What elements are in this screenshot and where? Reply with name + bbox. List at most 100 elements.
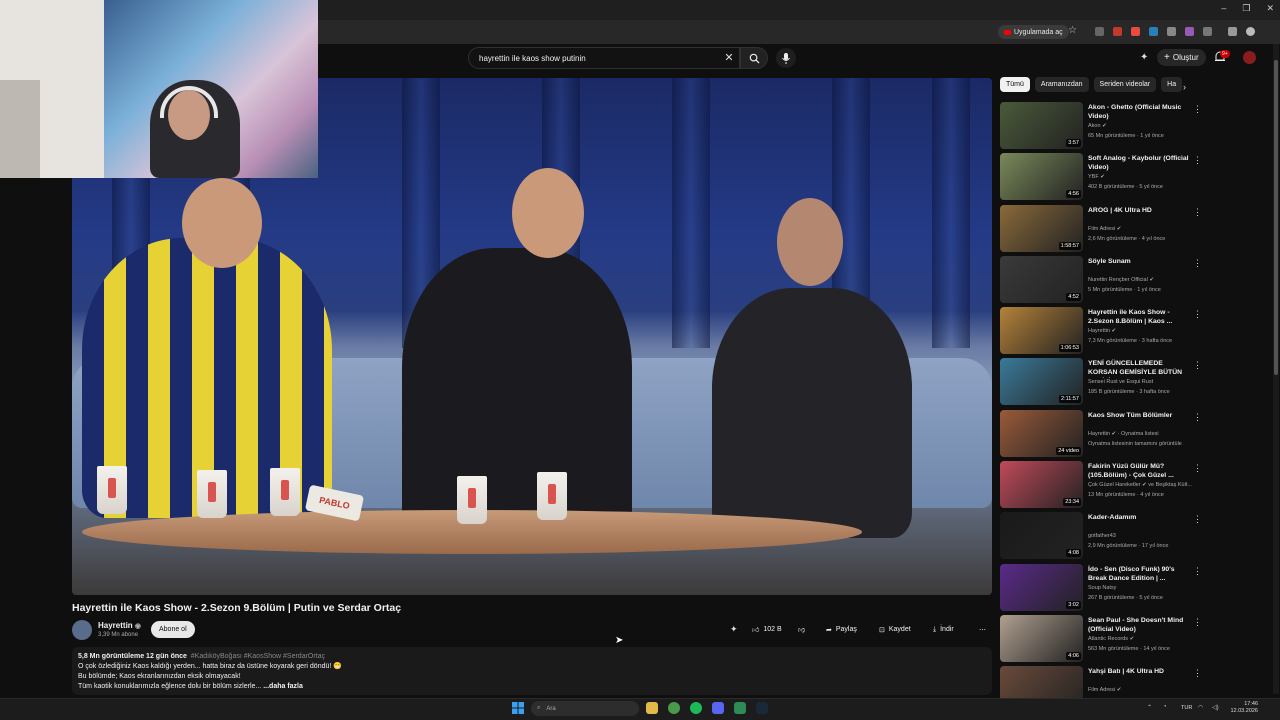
- recommendation-item[interactable]: 2:11:57 YENİ GÜNCELLEMEDE KORSAN GEMİSİYL…: [1000, 358, 1205, 409]
- chrome-icon[interactable]: [668, 702, 680, 714]
- open-in-app-button[interactable]: Uygulamada aç: [998, 25, 1069, 39]
- app-icon[interactable]: [734, 702, 746, 714]
- video-thumbnail[interactable]: 2:11:57: [1000, 358, 1083, 406]
- create-button[interactable]: + Oluştur: [1157, 49, 1206, 66]
- chip-from-search[interactable]: Aramanızdan: [1034, 77, 1089, 92]
- extension-icon[interactable]: [1095, 27, 1104, 36]
- extension-icon[interactable]: [1185, 27, 1194, 36]
- recommendation-title[interactable]: Fakirin Yüzü Gülür Mü? (105.Bölüm) - Çok…: [1088, 462, 1193, 480]
- recommendation-channel[interactable]: Nurettin Rençber Official ✔: [1088, 277, 1198, 283]
- recommendation-item[interactable]: 24 video Kaos Show Tüm Bölümler Hayrettin …: [1000, 409, 1205, 461]
- maximize-button[interactable]: ❐: [1242, 3, 1250, 14]
- more-vert-icon[interactable]: ⋮: [1193, 309, 1202, 320]
- extension-icon[interactable]: [1149, 27, 1158, 36]
- chevron-right-icon[interactable]: ›: [1183, 82, 1186, 92]
- tray-network-icon[interactable]: ◔: [1163, 704, 1167, 710]
- close-window-button[interactable]: ✕: [1266, 3, 1274, 14]
- more-vert-icon[interactable]: ⋮: [1193, 207, 1202, 218]
- save-button[interactable]: ⊡ Kaydet: [873, 621, 917, 638]
- video-thumbnail[interactable]: 1:58:57: [1000, 204, 1083, 252]
- hashtags[interactable]: #KadıköyBoğası #KaosShow #SerdarOrtaç: [191, 653, 325, 660]
- recommendation-item[interactable]: 4:52 Söyle Sunam Nurettin Rençber Official…: [1000, 255, 1205, 307]
- scrollbar-thumb[interactable]: [1274, 60, 1278, 375]
- recommendation-item[interactable]: 4:08 Kader-Adamım gotfather43 2,9 Mn görünt…: [1000, 512, 1205, 563]
- video-thumbnail[interactable]: 23:34: [1000, 461, 1083, 509]
- recommendation-title[interactable]: Kaos Show Tüm Bölümler: [1088, 411, 1193, 420]
- voice-search-button[interactable]: [776, 48, 796, 68]
- search-input[interactable]: hayrettin ile kaos show putinin: [468, 47, 740, 69]
- video-thumbnail[interactable]: 1:06:53: [1000, 307, 1083, 355]
- steam-icon[interactable]: [756, 702, 768, 714]
- more-vert-icon[interactable]: ⋮: [1193, 258, 1202, 269]
- more-vert-icon[interactable]: ⋮: [1193, 514, 1202, 525]
- ai-sparkle-icon[interactable]: ✦: [1140, 52, 1148, 63]
- show-more-link[interactable]: ...daha fazla: [263, 683, 303, 690]
- search-button[interactable]: [740, 47, 768, 69]
- recommendation-channel[interactable]: Sensei Rust ve Esqui Rust: [1088, 379, 1198, 385]
- more-vert-icon[interactable]: ⋮: [1193, 668, 1202, 679]
- recommendation-channel[interactable]: YBF ✔: [1088, 174, 1198, 180]
- recommendation-item[interactable]: 4:06 Sean Paul - She Doesn't Mind (Offici…: [1000, 614, 1205, 666]
- more-vert-icon[interactable]: ⋮: [1193, 566, 1202, 577]
- wifi-icon[interactable]: ◠: [1198, 704, 1203, 711]
- recommendation-title[interactable]: Sean Paul - She Doesn't Mind (Official V…: [1088, 616, 1193, 634]
- recommendation-title[interactable]: Soft Analog - Kaybolur (Official Video): [1088, 154, 1193, 172]
- recommendation-title[interactable]: Kader-Adamım: [1088, 513, 1193, 522]
- spotify-icon[interactable]: [690, 702, 702, 714]
- recommendation-item[interactable]: 3:57 Akon - Ghetto (Official Music Video)…: [1000, 102, 1205, 153]
- channel-avatar[interactable]: [72, 620, 92, 640]
- recommendation-channel[interactable]: Atlantic Records ✔: [1088, 636, 1198, 642]
- bookmark-star-icon[interactable]: ☆: [1068, 25, 1077, 36]
- recommendation-title[interactable]: Yahşi Batı | 4K Ultra HD: [1088, 667, 1193, 676]
- recommendation-channel[interactable]: Film Adresi ✔: [1088, 226, 1198, 232]
- file-explorer-icon[interactable]: [646, 702, 658, 714]
- share-button[interactable]: ➦ Paylaş: [820, 621, 863, 638]
- recommendation-item[interactable]: 1:58:57 AROG | 4K Ultra HD Film Adresi ✔ 2,…: [1000, 204, 1205, 256]
- recommendation-title[interactable]: Hayrettin ile Kaos Show - 2.Sezon 8.Bölü…: [1088, 308, 1193, 326]
- subscribe-button[interactable]: Abone ol: [151, 621, 195, 638]
- video-thumbnail[interactable]: 24 video: [1000, 409, 1083, 457]
- video-thumbnail[interactable]: 4:52: [1000, 255, 1083, 303]
- more-actions-button[interactable]: ⋯: [973, 621, 992, 638]
- more-vert-icon[interactable]: ⋮: [1193, 463, 1202, 474]
- recommendation-channel[interactable]: Akon ✔: [1088, 123, 1198, 129]
- video-thumbnail[interactable]: 4:08: [1000, 512, 1083, 560]
- more-vert-icon[interactable]: ⋮: [1193, 360, 1202, 371]
- recommendation-channel[interactable]: Hayrettin ✔: [1088, 328, 1198, 334]
- recommendation-channel[interactable]: gotfather43: [1088, 533, 1198, 539]
- extension-puzzle-icon[interactable]: [1203, 27, 1212, 36]
- extension-icon[interactable]: [1113, 27, 1122, 36]
- recommendation-channel[interactable]: Film Adresi ✔: [1088, 687, 1198, 693]
- menu-icon[interactable]: [1228, 27, 1237, 36]
- recommendation-title[interactable]: Söyle Sunam: [1088, 257, 1193, 266]
- video-thumbnail[interactable]: 3:57: [1000, 102, 1083, 149]
- dislike-button[interactable]: 👎︎: [792, 621, 812, 638]
- recommendation-channel[interactable]: Soup Natsy: [1088, 585, 1198, 591]
- recommendation-channel[interactable]: Çok Güzel Hareketler ✔ ve Beşiktaş Kült.…: [1088, 482, 1198, 488]
- recommendation-item[interactable]: 4:56 Soft Analog - Kaybolur (Official Vid…: [1000, 153, 1205, 204]
- volume-icon[interactable]: ◁): [1212, 704, 1219, 711]
- video-thumbnail[interactable]: 4:06: [1000, 614, 1083, 662]
- recommendation-item[interactable]: 3:02 İdo - Sen (Disco Funk) 90's Break Da…: [1000, 563, 1205, 615]
- description-box[interactable]: 5,8 Mn görüntüleme 12 gün önce #KadıköyB…: [72, 647, 992, 695]
- more-vert-icon[interactable]: ⋮: [1193, 155, 1202, 166]
- chip-series[interactable]: Seriden videolar: [1093, 77, 1157, 92]
- download-button[interactable]: ⤓ İndir: [927, 621, 960, 638]
- tray-language[interactable]: TUR: [1181, 705, 1192, 711]
- recommendation-title[interactable]: Akon - Ghetto (Official Music Video): [1088, 103, 1193, 121]
- recommendation-item[interactable]: 23:34 Fakirin Yüzü Gülür Mü? (105.Bölüm) …: [1000, 461, 1205, 512]
- like-button[interactable]: 👍︎ 102 B: [746, 621, 788, 638]
- more-vert-icon[interactable]: ⋮: [1193, 412, 1202, 423]
- chip-all[interactable]: Tümü: [1000, 77, 1030, 92]
- taskbar-search[interactable]: ⌕ Ara: [531, 701, 639, 716]
- ask-ai-icon[interactable]: ✦: [730, 624, 738, 635]
- more-vert-icon[interactable]: ⋮: [1193, 104, 1202, 115]
- discord-icon[interactable]: [712, 702, 724, 714]
- recommendation-title[interactable]: YENİ GÜNCELLEMEDE KORSAN GEMİSİYLE BÜTÜN…: [1088, 359, 1193, 378]
- video-thumbnail[interactable]: 4:56: [1000, 153, 1083, 201]
- chip-more[interactable]: Ha: [1161, 77, 1183, 92]
- tray-clock[interactable]: 17:46 12.03.2026: [1228, 701, 1258, 715]
- minimize-button[interactable]: –: [1221, 3, 1226, 14]
- recommendation-title[interactable]: AROG | 4K Ultra HD: [1088, 206, 1193, 215]
- account-avatar[interactable]: [1243, 51, 1256, 64]
